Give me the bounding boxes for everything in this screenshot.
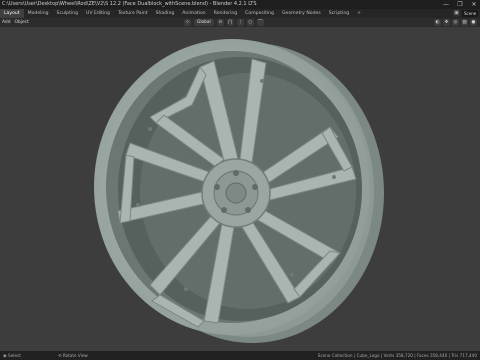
window-title: C:\Users\User\Desktop\Wheel\Rod\ZE\V2\S … (2, 1, 257, 7)
rim-bolt (290, 273, 294, 277)
lug-hole-5 (214, 184, 220, 190)
tab-geometry-nodes[interactable]: Geometry Nodes (278, 9, 325, 18)
snap-settings-icon[interactable]: ⋮ (236, 19, 244, 26)
menu-object[interactable]: Object (15, 18, 29, 27)
rim-bolt (260, 79, 264, 83)
magnet-icon[interactable]: ⋂ (226, 19, 234, 26)
rim-bolt (148, 127, 152, 131)
tab-sculpting[interactable]: Sculpting (53, 9, 82, 18)
lug-hole-4 (221, 207, 227, 213)
menu-add[interactable]: Add (2, 18, 11, 27)
close-button[interactable]: ✕ (470, 0, 478, 9)
rim-bolt (332, 175, 336, 179)
lug-hole-3 (245, 207, 251, 213)
tab-rendering[interactable]: Rendering (210, 9, 241, 18)
status-rotate-hint: ⟲ Rotate View (58, 353, 88, 358)
scene-selector[interactable]: Scene (462, 10, 478, 17)
workspace-tabs-bar: Layout Modeling Sculpting UV Editing Texture… (0, 9, 480, 18)
scene-icon[interactable]: ▣ (453, 10, 460, 17)
tab-animation[interactable]: Animation (178, 9, 209, 18)
xray-icon[interactable]: ▧ (461, 19, 468, 26)
solid-shading-icon[interactable]: ● (470, 19, 477, 26)
tab-scripting[interactable]: Scripting (325, 9, 353, 18)
pivot-icon[interactable]: ⊙ (216, 19, 224, 26)
lug-hole-1 (233, 170, 239, 176)
viewport-header: Add Object ⊹ Global ⊙ ⋂ ⋮ ○ ⌒ ◐ ✥ ◎ ▧ ● (0, 18, 480, 27)
tab-texture-paint[interactable]: Texture Paint (114, 9, 152, 18)
orientation-icon[interactable]: ⊹ (184, 19, 191, 26)
proportional-falloff-icon[interactable]: ⌒ (256, 19, 264, 26)
tab-uv-editing[interactable]: UV Editing (82, 9, 114, 18)
status-select-hint: ◉ Select (3, 353, 21, 358)
3d-viewport[interactable] (0, 27, 480, 351)
minimize-button[interactable]: — (442, 0, 450, 9)
rim-bolt (184, 287, 188, 291)
wheel-model[interactable] (94, 39, 384, 343)
rim-bolt (136, 203, 140, 207)
tab-layout[interactable]: Layout (0, 9, 24, 18)
tab-modeling[interactable]: Modeling (24, 9, 53, 18)
center-bore (225, 182, 247, 204)
window-controls: — ❐ ✕ (442, 0, 478, 9)
viewport-canvas (94, 39, 384, 343)
maximize-button[interactable]: ❐ (456, 0, 464, 9)
viewport-menus: Add Object (2, 18, 29, 27)
viewport-header-right: ◐ ✥ ◎ ▧ ● (434, 19, 477, 26)
circle-icon[interactable]: ○ (246, 19, 254, 26)
workspace-tabs: Layout Modeling Sculpting UV Editing Texture… (0, 9, 365, 18)
tab-shading[interactable]: Shading (152, 9, 179, 18)
lug-hole-2 (252, 184, 258, 190)
gizmo-icon[interactable]: ✥ (443, 19, 450, 26)
status-scene-stats: Scene Collection | Cube_Logo | Verts 358… (317, 353, 477, 358)
transform-tools: ⊹ Global ⊙ ⋂ ⋮ ○ ⌒ (184, 19, 264, 26)
status-bar: ◉ Select ⟲ Rotate View Scene Collection … (0, 351, 480, 360)
view-object-types-icon[interactable]: ◐ (434, 19, 441, 26)
tab-compositing[interactable]: Compositing (241, 9, 278, 18)
transform-orientation-dropdown[interactable]: Global (194, 19, 214, 26)
tab-add-workspace[interactable]: + (353, 9, 365, 18)
overlay-icon[interactable]: ◎ (452, 19, 459, 26)
title-bar: C:\Users\User\Desktop\Wheel\Rod\ZE\V2\S … (0, 0, 480, 9)
